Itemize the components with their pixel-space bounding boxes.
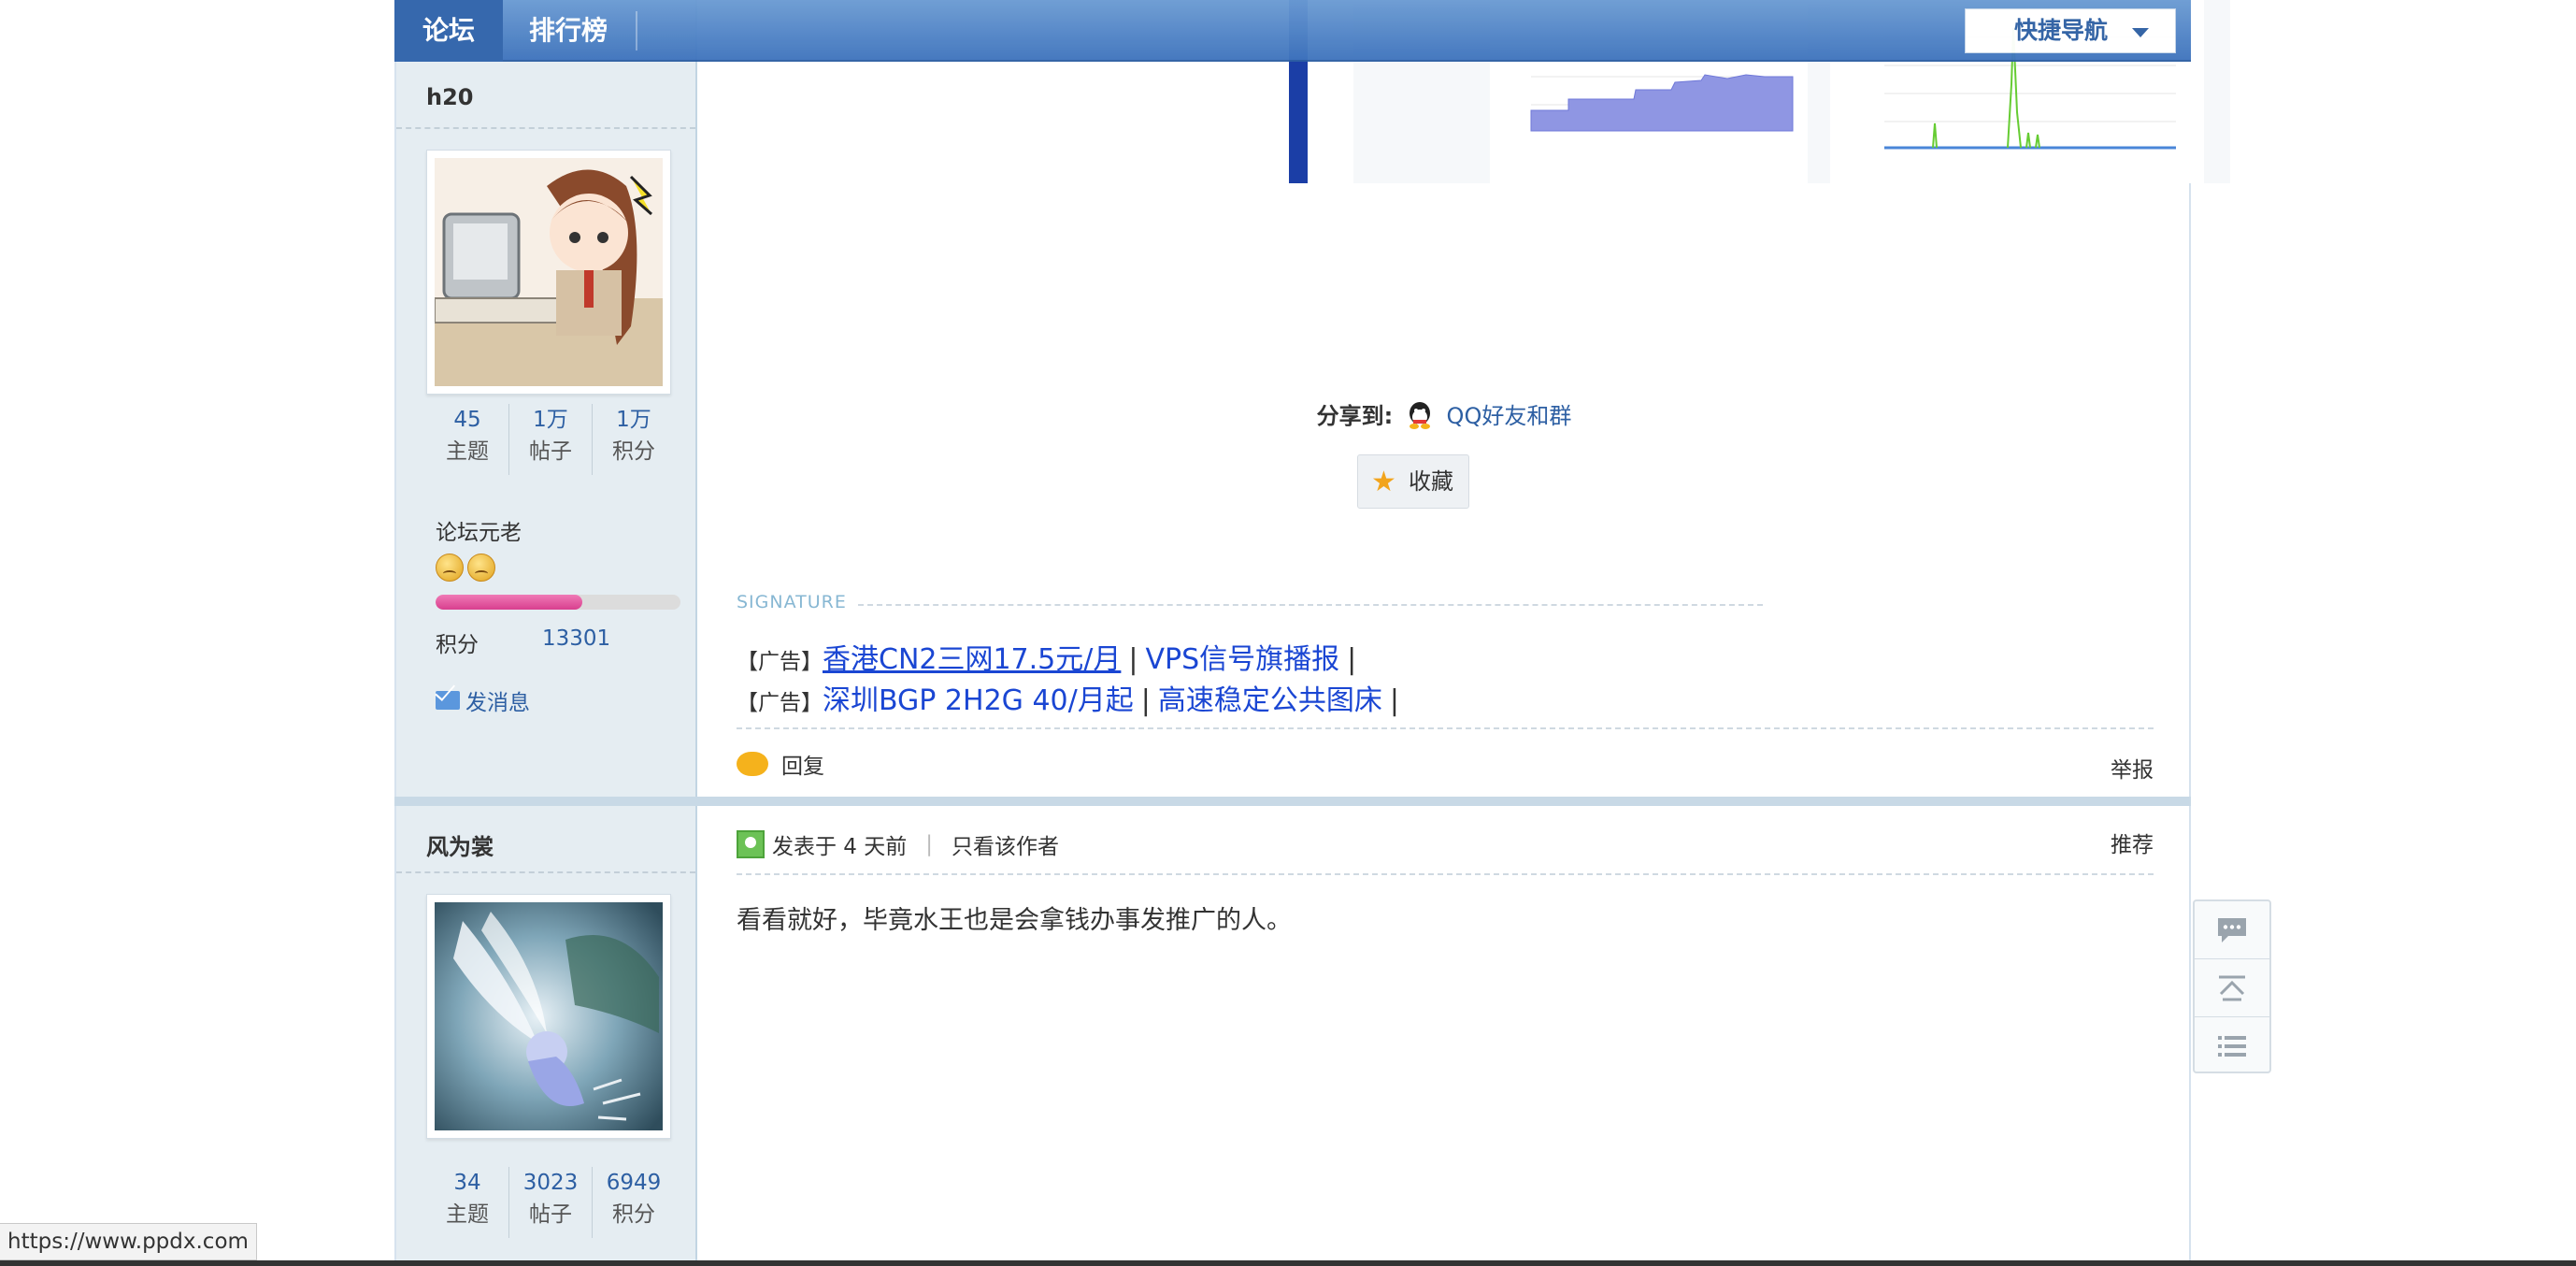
score-value: 13301 <box>542 626 611 651</box>
ad-tag: 【广告】 <box>737 650 823 674</box>
rank-title[interactable]: 论坛元老 <box>436 514 522 546</box>
ad-link[interactable]: 香港CN2三网17.5元/月 <box>823 643 1121 676</box>
return-to-list-button[interactable] <box>2195 1017 2269 1075</box>
share-label: 分享到: <box>1316 403 1394 429</box>
ad-link[interactable]: VPS信号旗播报 <box>1146 643 1340 676</box>
reply-icon <box>737 752 768 776</box>
recommend-link[interactable]: 推荐 <box>2111 827 2154 858</box>
comment-icon <box>2218 917 2246 942</box>
share-qq-link[interactable]: QQ好友和群 <box>1447 403 1572 429</box>
quick-nav-button[interactable]: 快捷导航 <box>1965 8 2176 53</box>
quick-nav-label: 快捷导航 <box>2014 17 2109 44</box>
stat-value: 6949 <box>606 1171 662 1195</box>
ad-link[interactable]: 深圳BGP 2H2G 40/月起 <box>823 684 1134 717</box>
quick-reply-button[interactable] <box>2195 901 2269 959</box>
score-label: 积分 <box>436 633 479 657</box>
medal-icon <box>436 554 464 582</box>
ad-separator: | <box>1389 684 1399 717</box>
medal-icon <box>467 554 495 582</box>
stat-label: 帖子 <box>529 1202 572 1227</box>
top-nav-bar: 论坛 排行榜 快捷导航 <box>394 0 2191 62</box>
divider <box>396 127 695 129</box>
back-to-top-button[interactable] <box>2195 959 2269 1017</box>
post-meta: 发表于 4 天前 | 只看该作者 <box>737 828 1059 860</box>
divider <box>396 871 695 873</box>
stat-value: 45 <box>453 408 481 432</box>
stat-posts[interactable]: 1万帖子 <box>508 404 592 475</box>
score: 积分 13301 <box>436 626 610 658</box>
reply-button[interactable]: 回复 <box>737 748 824 780</box>
author-sidebar: h20 45 主题 1万 帖子 1万 积分 论坛元老 积分 13301 发消息 … <box>396 0 697 1266</box>
page-wrapper: h20 45 主题 1万 帖子 1万 积分 论坛元老 积分 13301 发消息 … <box>394 0 2230 1266</box>
avatar-image <box>435 902 663 1130</box>
medals <box>436 554 495 582</box>
signature-divider <box>858 604 1763 606</box>
avatar[interactable] <box>426 894 671 1139</box>
ad-link[interactable]: 高速稳定公共图床 <box>1158 684 1382 717</box>
author-name[interactable]: h20 <box>426 84 473 110</box>
author-stats: 34 主题 3023 帖子 6949 积分 <box>426 1167 675 1238</box>
reply-label: 回复 <box>781 755 824 779</box>
stat-label: 主题 <box>446 1202 489 1227</box>
list-icon <box>2218 1036 2246 1057</box>
post-content-area: 分享到: QQ好友和群 ★ 收藏 SIGNATURE 【广告】香港CN2三网17… <box>394 0 2230 1266</box>
post-separator <box>394 797 2191 806</box>
favorite-button[interactable]: ★ 收藏 <box>1357 454 1469 509</box>
share-bar: 分享到: QQ好友和群 <box>699 397 2189 430</box>
ad-separator: | <box>1347 643 1357 676</box>
floating-toolbar <box>2193 899 2271 1073</box>
meta-separator: | <box>925 832 934 856</box>
level-progress-bar <box>436 595 680 610</box>
stat-value: 1万 <box>533 408 568 432</box>
send-message-link[interactable]: 发消息 <box>436 684 530 716</box>
nav-separator <box>636 11 637 50</box>
qq-icon[interactable] <box>1406 401 1434 429</box>
stat-label: 积分 <box>612 439 655 464</box>
online-status-icon <box>737 830 765 858</box>
nav-tab-ranking[interactable]: 排行榜 <box>503 0 634 62</box>
ad-separator: | <box>1140 684 1151 717</box>
author-stats: 45 主题 1万帖子 1万积分 <box>426 404 675 475</box>
stat-value: 1万 <box>616 408 651 432</box>
ad-separator: | <box>1128 643 1138 676</box>
stat-topics[interactable]: 34 主题 <box>426 1167 508 1238</box>
stat-label: 主题 <box>446 439 489 464</box>
stat-posts[interactable]: 3023 帖子 <box>508 1167 592 1238</box>
back-to-top-icon <box>2219 975 2245 1000</box>
avatar[interactable] <box>426 150 671 395</box>
send-message-label: 发消息 <box>465 691 530 715</box>
stat-value: 34 <box>453 1171 481 1195</box>
only-author-link[interactable]: 只看该作者 <box>952 828 1059 860</box>
post-body: 看看就好，毕竟水王也是会拿钱办事发推广的人。 <box>737 906 1292 935</box>
stat-label: 积分 <box>612 1202 655 1227</box>
author-name[interactable]: 风为裳 <box>426 828 494 861</box>
stat-points[interactable]: 1万积分 <box>592 404 675 475</box>
ad-row: 【广告】深圳BGP 2H2G 40/月起 | 高速稳定公共图床 | <box>737 677 1407 718</box>
stat-topics[interactable]: 45 主题 <box>426 404 508 475</box>
level-progress-fill <box>436 595 583 610</box>
ad-tag: 【广告】 <box>737 691 823 715</box>
favorite-label: 收藏 <box>1409 468 1453 495</box>
nav-tab-forum[interactable]: 论坛 <box>394 0 503 62</box>
stat-value: 3023 <box>522 1171 579 1195</box>
signature-label: SIGNATURE <box>737 592 847 612</box>
stat-label: 帖子 <box>529 439 572 464</box>
star-icon: ★ <box>1371 466 1396 498</box>
status-bar-url: https://www.ppdx.com <box>0 1223 257 1260</box>
report-link[interactable]: 举报 <box>2111 752 2154 784</box>
envelope-icon <box>436 691 460 710</box>
chevron-down-icon <box>2132 28 2149 37</box>
stat-points[interactable]: 6949 积分 <box>592 1167 675 1238</box>
window-bottom-edge <box>0 1260 2576 1266</box>
post-actions-divider <box>737 727 2154 729</box>
ad-row: 【广告】香港CN2三网17.5元/月 | VPS信号旗播报 | <box>737 636 1364 677</box>
post-time: 发表于 4 天前 <box>772 835 908 859</box>
avatar-image <box>435 158 663 386</box>
post-header-divider <box>737 873 2154 875</box>
